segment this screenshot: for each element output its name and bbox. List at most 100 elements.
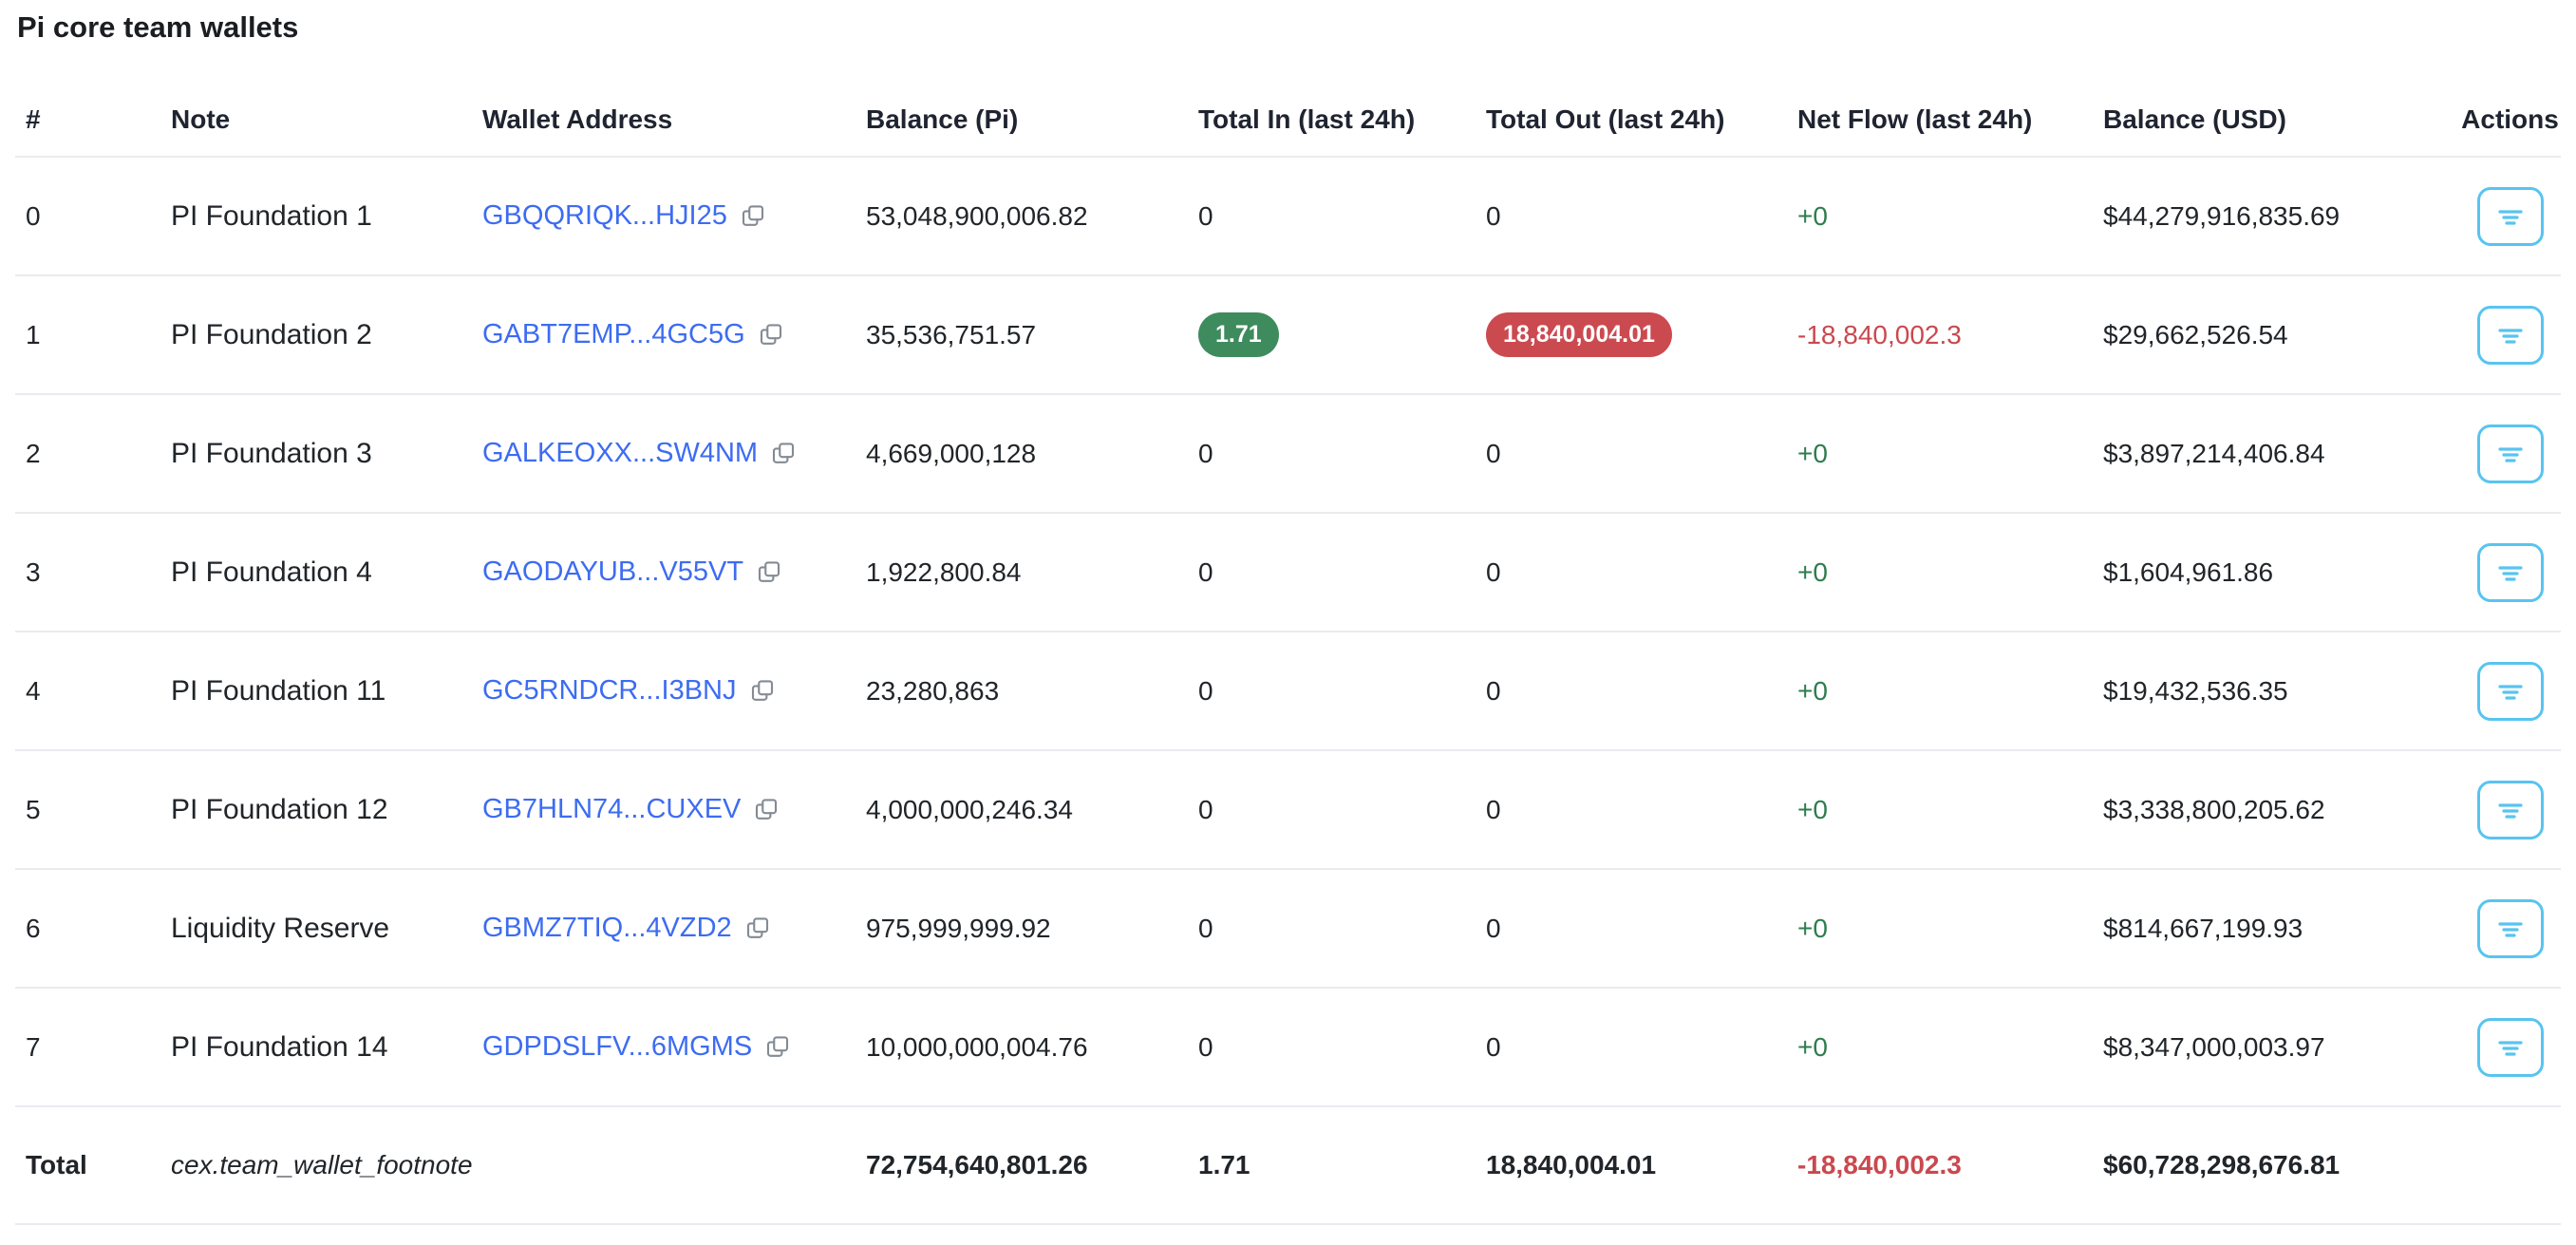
page-title: Pi core team wallets	[15, 0, 2561, 46]
wallet-address-link[interactable]: GDPDSLFV...6MGMS	[482, 1031, 752, 1063]
net-flow-value: +0	[1797, 1032, 1828, 1062]
wallet-note-value: PI Foundation 4	[171, 556, 372, 588]
wallet-address-cell: GAODAYUB...V55VT	[482, 556, 866, 588]
copy-icon[interactable]	[743, 915, 772, 943]
row-index-value: 0	[26, 201, 41, 231]
filter-action-button[interactable]	[2477, 424, 2544, 483]
net-flow-value: +0	[1797, 676, 1828, 706]
row-index-value: 1	[26, 320, 41, 349]
total-out-value: 0	[1486, 795, 1501, 824]
total-out-value: 0	[1486, 676, 1501, 706]
total-in-cell: 0	[1198, 676, 1486, 707]
table-row: 7 PI Foundation 14 GDPDSLFV...6MGMS 10,0…	[15, 989, 2561, 1107]
balance-pi-cell: 4,669,000,128	[866, 439, 1198, 469]
total-balance-pi: 72,754,640,801.26	[866, 1150, 1198, 1180]
table-header-row: # Note Wallet Address Balance (Pi) Total…	[15, 84, 2561, 158]
wallet-address-cell: GALKEOXX...SW4NM	[482, 438, 866, 469]
wallet-address-link[interactable]: GB7HLN74...CUXEV	[482, 794, 741, 825]
balance-pi-cell: 1,922,800.84	[866, 557, 1198, 588]
total-in-value: 0	[1198, 914, 1213, 943]
total-in-value: 0	[1198, 676, 1213, 706]
row-index: 4	[26, 676, 171, 707]
balance-pi-value: 975,999,999.92	[866, 914, 1051, 943]
total-balance-usd: $60,728,298,676.81	[2103, 1150, 2459, 1180]
net-flow-value: +0	[1797, 439, 1828, 468]
total-in-value: 0	[1198, 439, 1213, 468]
copy-icon[interactable]	[757, 321, 785, 349]
net-flow-cell: -18,840,002.3	[1797, 320, 2103, 350]
column-header-balance-pi: Balance (Pi)	[866, 104, 1198, 135]
net-flow-value: +0	[1797, 557, 1828, 587]
filter-action-button[interactable]	[2477, 781, 2544, 839]
copy-icon[interactable]	[769, 440, 798, 468]
total-out-value: 0	[1486, 439, 1501, 468]
balance-usd-cell: $44,279,916,835.69	[2103, 201, 2459, 232]
total-in-cell: 0	[1198, 1032, 1486, 1063]
filter-icon	[2494, 559, 2527, 586]
total-out-cell: 0	[1486, 439, 1797, 469]
filter-action-button[interactable]	[2477, 187, 2544, 246]
wallet-address-cell: GBMZ7TIQ...4VZD2	[482, 913, 866, 944]
copy-icon[interactable]	[755, 558, 783, 587]
filter-action-button[interactable]	[2477, 662, 2544, 721]
total-in-cell: 0	[1198, 201, 1486, 232]
wallet-address-link[interactable]: GC5RNDCR...I3BNJ	[482, 675, 737, 707]
total-in-value: 0	[1198, 201, 1213, 231]
net-flow-cell: +0	[1797, 676, 2103, 707]
balance-usd-cell: $3,897,214,406.84	[2103, 439, 2459, 469]
table-row: 2 PI Foundation 3 GALKEOXX...SW4NM 4,669…	[15, 395, 2561, 514]
row-index-value: 3	[26, 557, 41, 587]
net-flow-value: +0	[1797, 201, 1828, 231]
filter-action-button[interactable]	[2477, 899, 2544, 958]
balance-pi-cell: 10,000,000,004.76	[866, 1032, 1198, 1063]
wallet-note: PI Foundation 14	[171, 1031, 482, 1064]
copy-icon[interactable]	[748, 677, 777, 706]
net-flow-cell: +0	[1797, 439, 2103, 469]
table-row: 6 Liquidity Reserve GBMZ7TIQ...4VZD2 975…	[15, 870, 2561, 989]
balance-usd-value: $1,604,961.86	[2103, 557, 2273, 587]
total-out-cell: 0	[1486, 201, 1797, 232]
total-out-value: 0	[1486, 557, 1501, 587]
copy-icon[interactable]	[739, 202, 767, 231]
copy-icon[interactable]	[752, 796, 780, 824]
balance-pi-value: 10,000,000,004.76	[866, 1032, 1088, 1062]
wallet-note: PI Foundation 2	[171, 319, 482, 351]
filter-icon	[2494, 322, 2527, 349]
filter-icon	[2494, 1034, 2527, 1061]
balance-pi-value: 4,000,000,246.34	[866, 795, 1073, 824]
copy-icon[interactable]	[763, 1033, 792, 1062]
wallet-address-link[interactable]: GALKEOXX...SW4NM	[482, 438, 758, 469]
total-in-value: 0	[1198, 795, 1213, 824]
balance-usd-cell: $19,432,536.35	[2103, 676, 2459, 707]
total-in-value: 0	[1198, 557, 1213, 587]
column-header-total-in: Total In (last 24h)	[1198, 104, 1486, 135]
column-header-actions: Actions	[2459, 104, 2561, 135]
total-footnote: cex.team_wallet_footnote	[171, 1150, 482, 1180]
balance-pi-cell: 23,280,863	[866, 676, 1198, 707]
net-flow-value: +0	[1797, 914, 1828, 943]
balance-pi-cell: 4,000,000,246.34	[866, 795, 1198, 825]
total-total-out: 18,840,004.01	[1486, 1150, 1797, 1180]
balance-pi-value: 23,280,863	[866, 676, 999, 706]
filter-action-button[interactable]	[2477, 306, 2544, 365]
total-in-cell: 1.71	[1198, 312, 1486, 357]
row-index: 0	[26, 201, 171, 232]
total-in-cell: 0	[1198, 439, 1486, 469]
balance-pi-value: 53,048,900,006.82	[866, 201, 1088, 231]
balance-pi-value: 1,922,800.84	[866, 557, 1022, 587]
table-row: 5 PI Foundation 12 GB7HLN74...CUXEV 4,00…	[15, 751, 2561, 870]
column-header-balance-usd: Balance (USD)	[2103, 104, 2459, 135]
wallet-address-link[interactable]: GBMZ7TIQ...4VZD2	[482, 913, 732, 944]
total-label: Total	[26, 1150, 171, 1180]
wallet-note: PI Foundation 12	[171, 794, 482, 826]
wallet-address-link[interactable]: GBQQRIQK...HJI25	[482, 200, 727, 232]
actions-cell	[2459, 899, 2561, 958]
wallet-address-link[interactable]: GABT7EMP...4GC5G	[482, 319, 745, 350]
net-flow-cell: +0	[1797, 914, 2103, 944]
filter-action-button[interactable]	[2477, 543, 2544, 602]
actions-cell	[2459, 187, 2561, 246]
row-index-value: 4	[26, 676, 41, 706]
wallet-address-link[interactable]: GAODAYUB...V55VT	[482, 556, 743, 588]
filter-icon	[2494, 678, 2527, 705]
filter-action-button[interactable]	[2477, 1018, 2544, 1077]
